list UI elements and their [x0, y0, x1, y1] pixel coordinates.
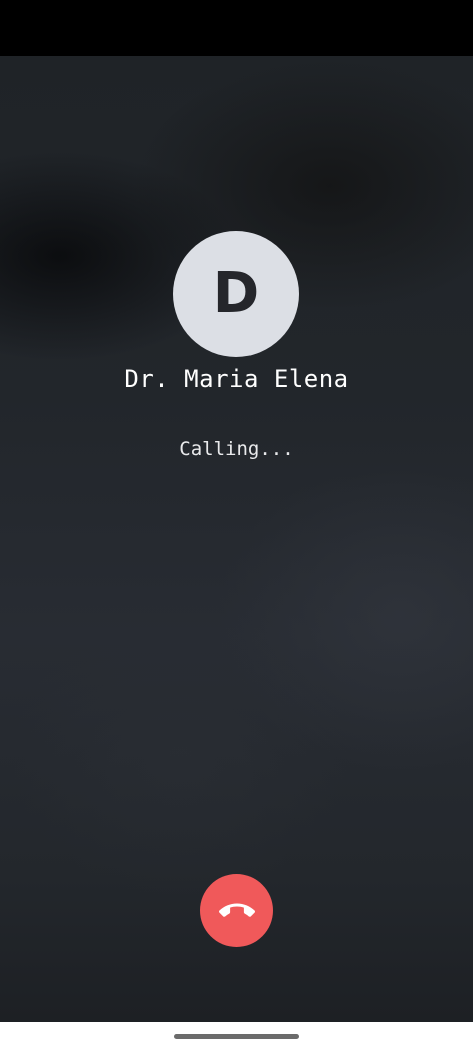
- end-call-button[interactable]: [200, 874, 273, 947]
- home-gesture-handle[interactable]: [174, 1034, 299, 1039]
- navigation-bar: [0, 1022, 473, 1050]
- call-status: Calling...: [179, 438, 294, 460]
- call-screen: D Dr. Maria Elena Calling...: [0, 0, 473, 1050]
- avatar-initial: D: [212, 261, 260, 326]
- phone-hangup-icon: [218, 903, 255, 917]
- contact-name: Dr. Maria Elena: [124, 365, 349, 393]
- status-bar: [0, 0, 473, 56]
- contact-avatar: D: [173, 231, 299, 357]
